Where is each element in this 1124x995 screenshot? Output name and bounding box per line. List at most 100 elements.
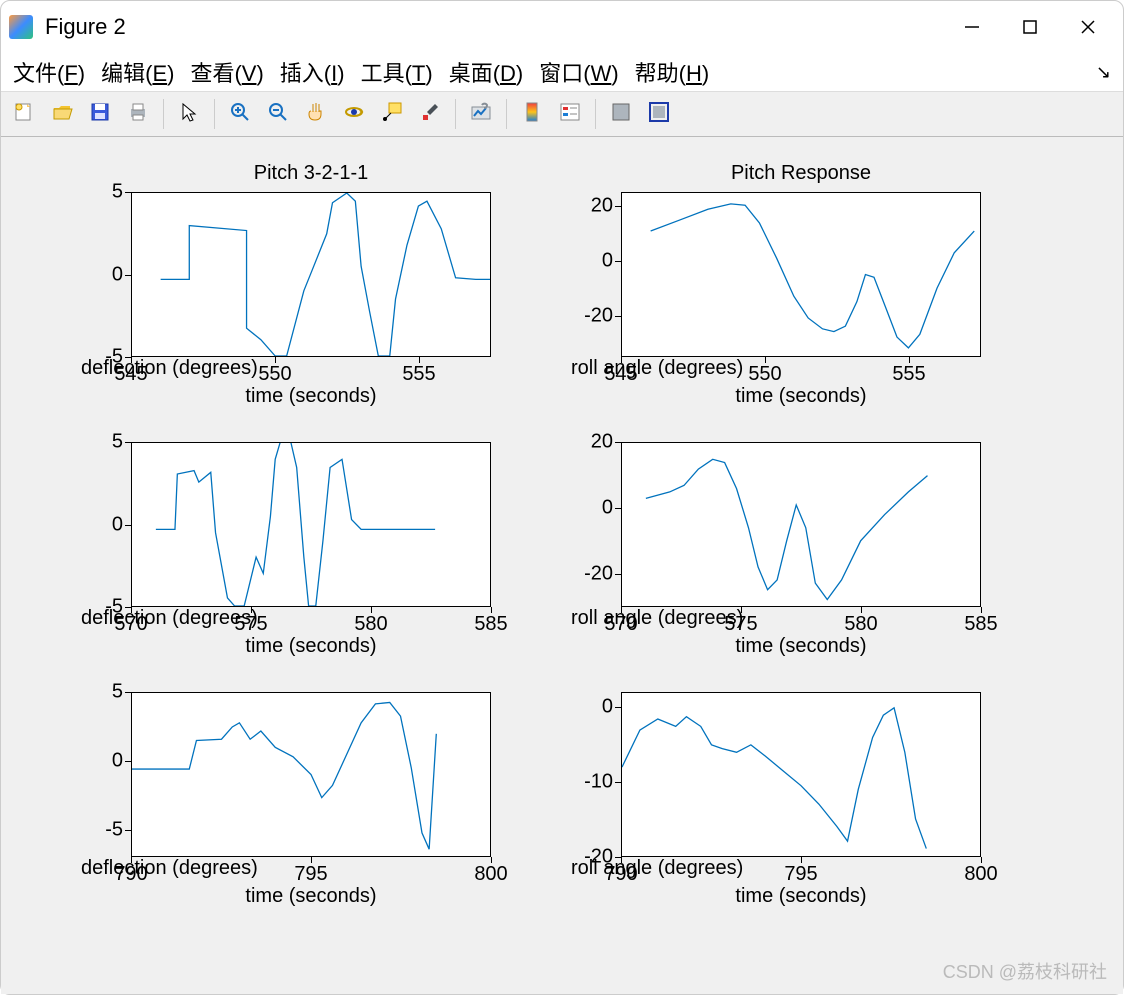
link-plot-icon (470, 101, 492, 128)
subplot-1[interactable] (131, 192, 491, 357)
subplot-2[interactable] (621, 192, 981, 357)
tick-label: -20 (584, 846, 613, 869)
subplot-1-xlabel: time (seconds) (245, 385, 376, 408)
print-button[interactable] (121, 97, 155, 131)
tick-label: 5 (112, 181, 123, 204)
pan-button[interactable] (299, 97, 333, 131)
figure-window: Figure 2 文件(F) 编辑(E) 查看(V) 插入(I) 工具(T) 桌面(D) 窗… (0, 0, 1124, 995)
save-icon (89, 101, 111, 128)
tick-label: 790 (114, 863, 147, 886)
menu-e[interactable]: 编辑(E) (101, 56, 174, 88)
tick-label: 550 (258, 363, 291, 386)
figure-canvas: Pitch 3-2-1-1 time (seconds) deflection (d… (1, 137, 1123, 994)
tick-label: 545 (604, 363, 637, 386)
subplot-2-title: Pitch Response (731, 162, 871, 185)
tick-label: 800 (474, 863, 507, 886)
datacursor-icon (381, 101, 403, 128)
tick-label: -5 (105, 596, 123, 619)
open-icon (51, 101, 73, 128)
close-icon (1079, 18, 1097, 36)
subplot-4-ylabel: roll angle (degrees) (571, 607, 736, 630)
tick-label: 5 (112, 431, 123, 454)
link-plot-button[interactable] (464, 97, 498, 131)
open-button[interactable] (45, 97, 79, 131)
rotate3d-icon (343, 101, 365, 128)
tick-label: 0 (112, 513, 123, 536)
menu-v[interactable]: 查看(V) (190, 56, 263, 88)
subplot-1-title: Pitch 3-2-1-1 (254, 162, 369, 185)
menu-w[interactable]: 窗口(W) (539, 56, 618, 88)
menu-f[interactable]: 文件(F) (13, 56, 85, 88)
toolbar (1, 91, 1123, 137)
menubar: 文件(F) 编辑(E) 查看(V) 插入(I) 工具(T) 桌面(D) 窗口(W) 帮助(H)… (1, 53, 1123, 91)
tick-label: 5 (112, 681, 123, 704)
save-button[interactable] (83, 97, 117, 131)
tick-label: 20 (591, 431, 613, 454)
colorbar-icon (521, 101, 543, 128)
subplot-5[interactable] (131, 692, 491, 857)
maximize-button[interactable] (1001, 7, 1059, 47)
zoom-in-icon (229, 101, 251, 128)
data-line (651, 204, 975, 348)
matlab-app-icon (9, 15, 33, 39)
zoom-out-button[interactable] (261, 97, 295, 131)
brush-icon (419, 101, 441, 128)
tick-label: -20 (584, 304, 613, 327)
print-icon (127, 101, 149, 128)
menu-h[interactable]: 帮助(H) (635, 56, 710, 88)
pan-icon (305, 101, 327, 128)
new-figure-button[interactable] (7, 97, 41, 131)
menu-t[interactable]: 工具(T) (361, 56, 433, 88)
pointer-icon (178, 101, 200, 128)
subplot-4[interactable] (621, 442, 981, 607)
data-line (132, 702, 436, 849)
tick-label: -10 (584, 771, 613, 794)
dock-arrow-icon[interactable]: ↘ (1096, 62, 1111, 83)
data-line (646, 459, 928, 599)
tick-label: 795 (784, 863, 817, 886)
tick-label: 580 (844, 613, 877, 636)
menu-d[interactable]: 桌面(D) (449, 56, 524, 88)
tick-label: -5 (105, 818, 123, 841)
minimize-button[interactable] (943, 7, 1001, 47)
rotate3d-button[interactable] (337, 97, 371, 131)
tick-label: -5 (105, 346, 123, 369)
tick-label: 0 (112, 263, 123, 286)
subplot-5-xlabel: time (seconds) (245, 885, 376, 908)
menu-i[interactable]: 插入(I) (280, 56, 345, 88)
tick-label: -20 (584, 563, 613, 586)
data-line (161, 193, 490, 356)
pointer-button[interactable] (172, 97, 206, 131)
subplot-6[interactable] (621, 692, 981, 857)
subplot-2-ylabel: roll angle (degrees) (571, 357, 736, 380)
hide-plottools-icon (610, 101, 632, 128)
subplot-5-ylabel: deflection (degrees) (81, 857, 246, 880)
tick-label: 585 (964, 613, 997, 636)
tick-label: 0 (602, 249, 613, 272)
data-line (622, 708, 926, 849)
zoom-out-icon (267, 101, 289, 128)
datacursor-button[interactable] (375, 97, 409, 131)
tick-label: 795 (294, 863, 327, 886)
colorbar-button[interactable] (515, 97, 549, 131)
subplot-6-xlabel: time (seconds) (735, 885, 866, 908)
watermark: CSDN @荔枝科研社 (943, 958, 1107, 984)
show-plottools-icon (648, 101, 670, 128)
tick-label: 20 (591, 194, 613, 217)
new-figure-icon (13, 101, 35, 128)
tick-label: 800 (964, 863, 997, 886)
tick-label: 585 (474, 613, 507, 636)
legend-icon (559, 101, 581, 128)
legend-button[interactable] (553, 97, 587, 131)
tick-label: 570 (604, 613, 637, 636)
subplot-2-xlabel: time (seconds) (735, 385, 866, 408)
window-title: Figure 2 (45, 14, 126, 40)
show-plottools-button[interactable] (642, 97, 676, 131)
hide-plottools-button[interactable] (604, 97, 638, 131)
tick-label: 0 (602, 696, 613, 719)
minimize-icon (963, 18, 981, 36)
close-button[interactable] (1059, 7, 1117, 47)
subplot-3[interactable] (131, 442, 491, 607)
brush-button[interactable] (413, 97, 447, 131)
zoom-in-button[interactable] (223, 97, 257, 131)
